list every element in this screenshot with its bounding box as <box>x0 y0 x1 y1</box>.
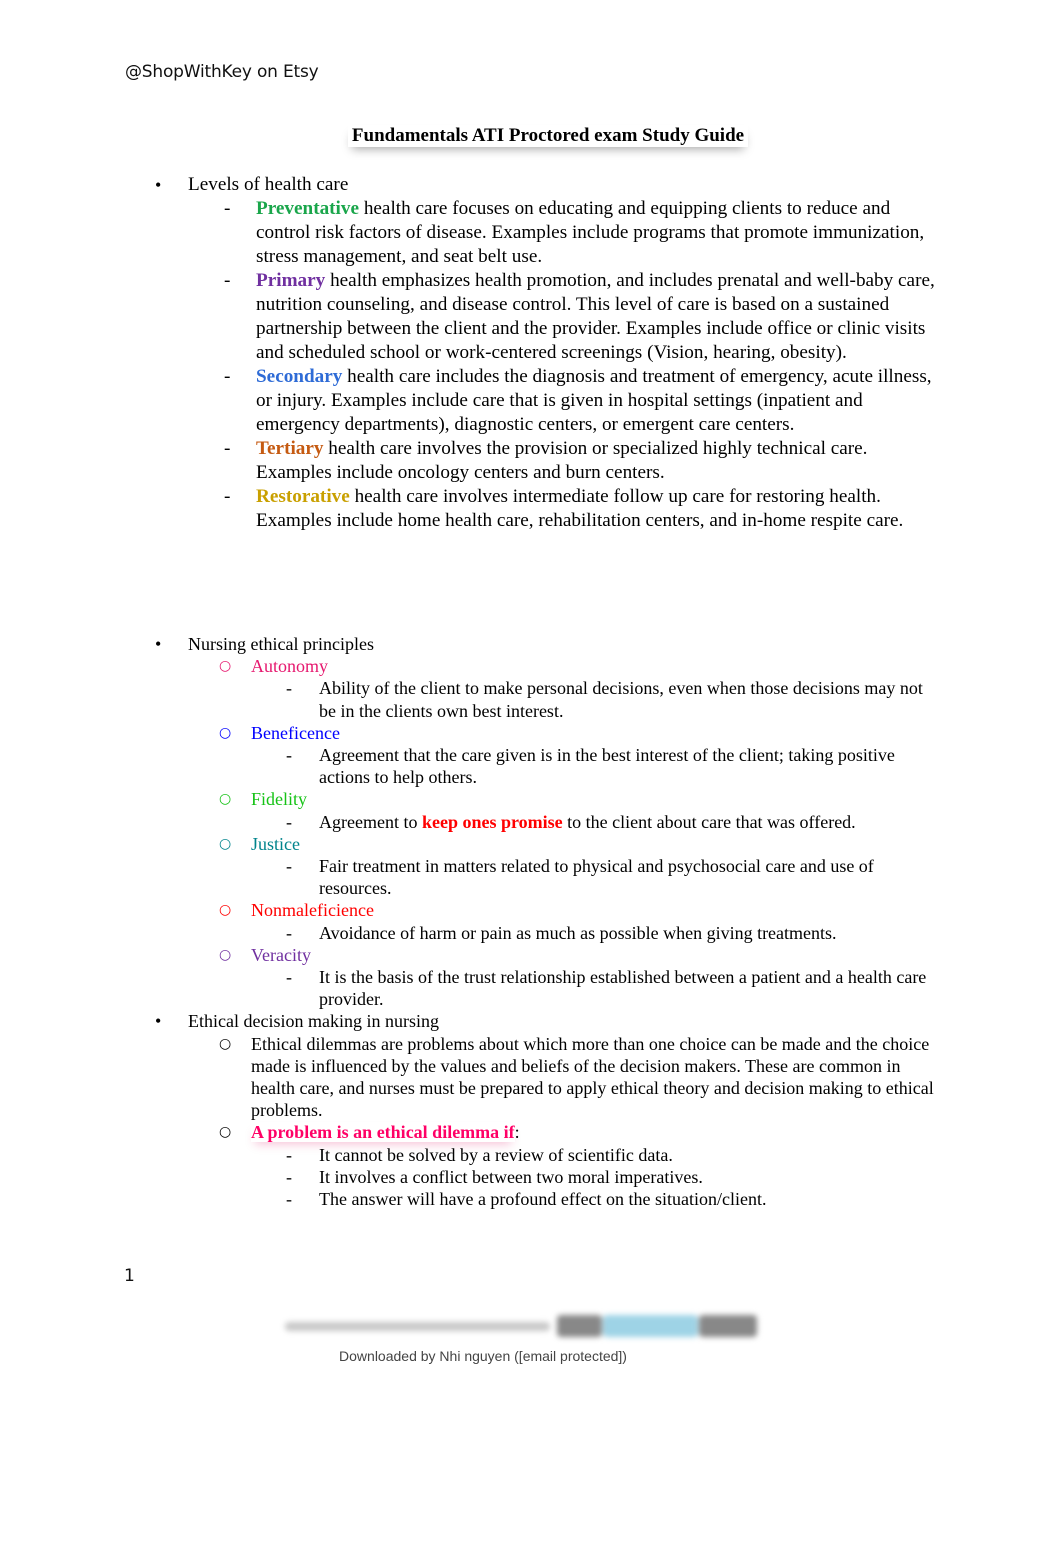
term-preventative: Preventative <box>256 198 360 219</box>
dash-icon: - <box>286 1144 292 1165</box>
desc-tertiary: health care involves the provision or sp… <box>256 438 868 483</box>
principle-nonmaleficience: ○ Nonmaleficience <box>0 899 1062 921</box>
list-item-restorative: - Restorative health care involves inter… <box>0 485 1062 533</box>
dash-icon: - <box>286 678 292 699</box>
dash-icon: - <box>286 745 292 766</box>
principle-justice: ○ Justice <box>0 833 1062 855</box>
circle-bullet-icon: ○ <box>219 1035 232 1052</box>
dilemma-label: A problem is an ethical dilemma if <box>251 1122 515 1143</box>
term-beneficence: Beneficence <box>251 722 340 743</box>
section-heading-levels: • Levels of health care <box>155 174 349 195</box>
term-primary: Primary <box>256 270 326 291</box>
dash-icon: - <box>286 922 292 943</box>
blurred-logo-part <box>699 1315 757 1337</box>
principle-fidelity-desc: - Agreement to keep ones promise to the … <box>286 811 856 832</box>
circle-bullet-icon: ○ <box>219 791 232 808</box>
circle-bullet-icon: ○ <box>219 946 232 963</box>
dash-icon: - <box>224 366 231 387</box>
dash-icon: - <box>224 270 231 291</box>
dash-icon: - <box>286 967 292 988</box>
term-justice: Justice <box>251 833 300 854</box>
term-secondary: Secondary <box>256 366 343 387</box>
blurred-watermark-text <box>285 1322 550 1331</box>
desc-secondary: health care includes the diagnosis and t… <box>256 366 932 435</box>
principle-autonomy-desc: - Ability of the client to make personal… <box>286 678 923 721</box>
list-item-primary: - Primary health emphasizes health promo… <box>0 269 1062 365</box>
dilemma-criterion: - It cannot be solved by a review of sci… <box>286 1144 673 1165</box>
dilemma-criterion: - The answer will have a profound effect… <box>286 1189 767 1210</box>
section-heading-decision: • Ethical decision making in nursing <box>155 1011 439 1032</box>
term-veracity: Veracity <box>251 944 311 965</box>
principle-nonmaleficience-desc: - Avoidance of harm or pain as much as p… <box>286 922 837 943</box>
dash-icon: - <box>286 1189 292 1210</box>
bullet-icon: • <box>155 634 162 654</box>
principle-beneficence-desc: - Agreement that the care given is in th… <box>286 745 895 788</box>
bullet-icon: • <box>155 1011 162 1032</box>
term-fidelity: Fidelity <box>251 789 308 810</box>
principle-fidelity: ○ Fidelity <box>0 788 1062 810</box>
circle-bullet-icon: ○ <box>219 658 232 675</box>
principle-beneficence: ○ Beneficence <box>0 722 1062 744</box>
section-levels-of-care: • Levels of health care - Preventative h… <box>0 173 1062 533</box>
dilemma-criteria-heading: ○ A problem is an ethical dilemma if: <box>219 1122 520 1143</box>
term-tertiary: Tertiary <box>256 438 324 459</box>
principle-autonomy: ○ Autonomy <box>0 655 1062 677</box>
header-note: @ShopWithKey on Etsy <box>125 62 319 82</box>
decision-paragraph: ○ Ethical dilemmas are problems about wh… <box>219 1033 934 1121</box>
blurred-logo-part <box>603 1315 698 1337</box>
document-page: @ShopWithKey on Etsy Fundamentals ATI Pr… <box>0 0 1062 1556</box>
desc-primary: health emphasizes health promotion, and … <box>256 270 935 363</box>
document-title-text: Fundamentals ATI Proctored exam Study Gu… <box>348 125 748 147</box>
desc-restorative: health care involves intermediate follow… <box>256 486 904 531</box>
principle-justice-desc: - Fair treatment in matters related to p… <box>286 856 874 899</box>
dash-icon: - <box>286 1166 292 1187</box>
circle-bullet-icon: ○ <box>219 902 232 919</box>
list-item-preventative: - Preventative health care focuses on ed… <box>0 197 1062 269</box>
downloaded-by-footer: Downloaded by Nhi nguyen ([email protect… <box>339 1348 627 1364</box>
section-heading-principles: • Nursing ethical principles <box>155 634 374 654</box>
bullet-icon: • <box>155 175 162 195</box>
page-number: 1 <box>124 1266 135 1286</box>
principle-veracity: ○ Veracity <box>0 944 1062 966</box>
list-item-secondary: - Secondary health care includes the dia… <box>0 365 1062 437</box>
circle-bullet-icon: ○ <box>219 835 232 852</box>
highlight-keep-promise: keep ones promise <box>421 811 563 832</box>
list-item-tertiary: - Tertiary health care involves the prov… <box>0 437 1062 485</box>
blurred-logo-part <box>557 1315 602 1337</box>
term-restorative: Restorative <box>256 486 350 507</box>
term-autonomy: Autonomy <box>251 656 329 677</box>
dash-icon: - <box>286 811 292 832</box>
document-title: Fundamentals ATI Proctored exam Study Gu… <box>0 125 1062 147</box>
dash-icon: - <box>224 198 231 219</box>
dash-icon: - <box>224 486 231 507</box>
dash-icon: - <box>224 438 231 459</box>
dilemma-criterion: - It involves a conflict between two mor… <box>286 1166 703 1187</box>
dash-icon: - <box>286 856 292 877</box>
circle-bullet-icon: ○ <box>219 1124 232 1141</box>
principle-veracity-desc: - It is the basis of the trust relations… <box>286 967 927 1010</box>
circle-bullet-icon: ○ <box>219 724 232 741</box>
term-nonmaleficience: Nonmaleficience <box>251 900 374 921</box>
section-ethical-principles: • Nursing ethical principles ○ Autonomy … <box>0 633 1062 1210</box>
blurred-watermark <box>285 1312 775 1342</box>
